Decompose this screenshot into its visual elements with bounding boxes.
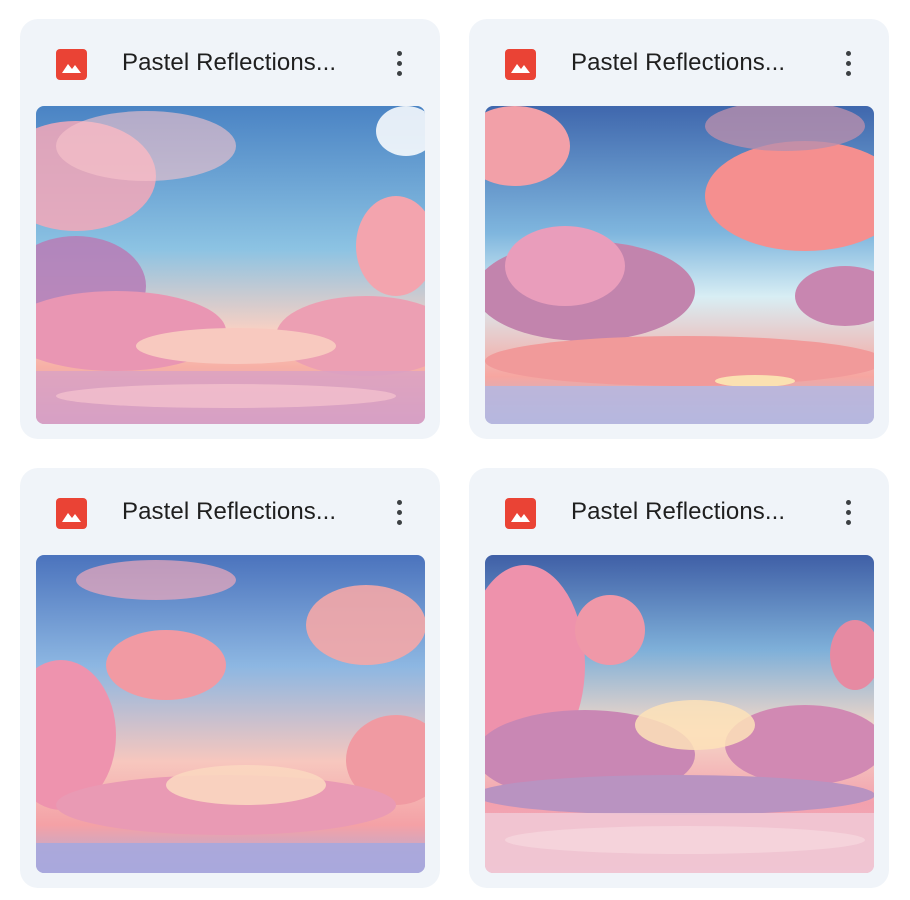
file-title[interactable]: Pastel Reflections... [571, 48, 811, 78]
thumbnail-image [36, 106, 425, 424]
more-options-button[interactable] [831, 492, 867, 532]
more-options-button[interactable] [382, 43, 418, 83]
file-thumbnail[interactable] [36, 106, 425, 424]
file-thumbnail[interactable] [36, 555, 425, 873]
more-options-button[interactable] [382, 492, 418, 532]
file-card[interactable]: Pastel Reflections... [20, 19, 440, 439]
thumbnail-image [485, 555, 874, 873]
image-file-icon [505, 498, 536, 529]
file-card-header: Pastel Reflections... [469, 468, 889, 554]
more-options-button[interactable] [831, 43, 867, 83]
file-title[interactable]: Pastel Reflections... [122, 497, 362, 527]
thumbnail-image [485, 106, 874, 424]
thumbnail-image [36, 555, 425, 873]
file-title[interactable]: Pastel Reflections... [571, 497, 811, 527]
file-card-header: Pastel Reflections... [20, 19, 440, 105]
file-card[interactable]: Pastel Reflections... [20, 468, 440, 888]
file-thumbnail[interactable] [485, 106, 874, 424]
image-file-icon [56, 49, 87, 80]
file-thumbnail[interactable] [485, 555, 874, 873]
file-title[interactable]: Pastel Reflections... [122, 48, 362, 78]
file-grid: Pastel Reflections... Pastel Reflections… [0, 0, 910, 900]
file-card-header: Pastel Reflections... [20, 468, 440, 554]
image-file-icon [56, 498, 87, 529]
image-file-icon [505, 49, 536, 80]
file-card-header: Pastel Reflections... [469, 19, 889, 105]
file-card[interactable]: Pastel Reflections... [469, 19, 889, 439]
file-card[interactable]: Pastel Reflections... [469, 468, 889, 888]
